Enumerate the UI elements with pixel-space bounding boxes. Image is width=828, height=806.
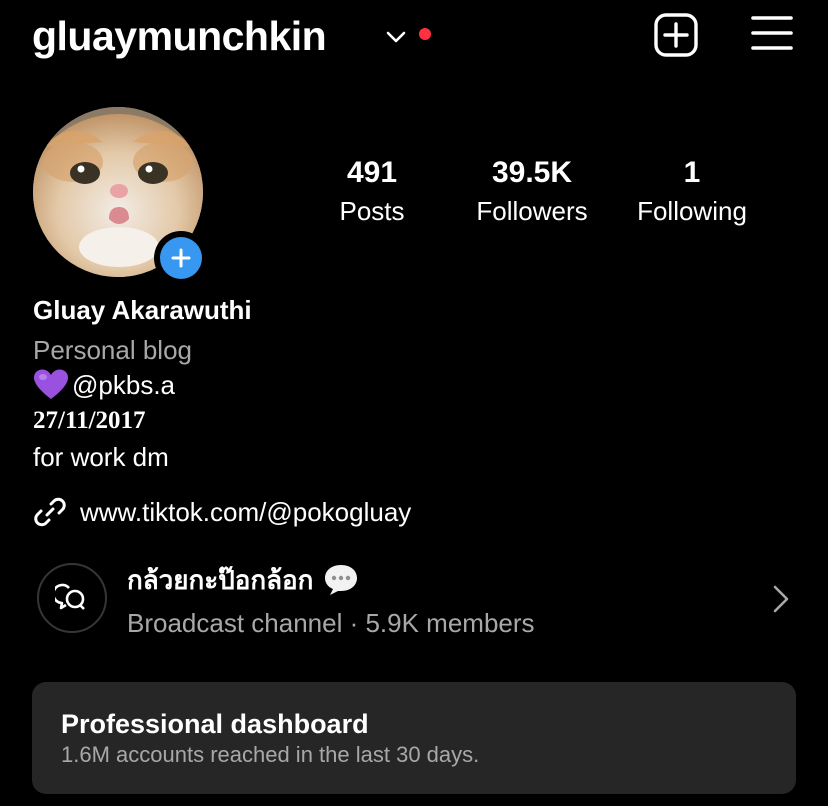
dashboard-title: Professional dashboard <box>61 709 369 739</box>
following-stat[interactable]: 1 Following <box>612 155 772 231</box>
dashboard-subtitle: 1.6M accounts reached in the last 30 day… <box>61 742 480 767</box>
broadcast-channel-icon[interactable] <box>37 563 107 633</box>
add-story-button[interactable] <box>154 231 208 285</box>
add-post-icon[interactable] <box>654 13 698 57</box>
following-count: 1 <box>683 156 701 189</box>
profile-link[interactable]: www.tiktok.com/@pokogluay <box>33 494 411 530</box>
profile-link-text[interactable]: www.tiktok.com/@pokogluay <box>80 494 411 530</box>
bio-date: 27/11/2017 <box>33 407 146 434</box>
following-label: Following <box>637 196 747 226</box>
bio-text: for work dm <box>33 442 169 472</box>
followers-count: 39.5K <box>491 156 573 189</box>
broadcast-channel-subtitle: Broadcast channel · 5.9K members <box>127 608 535 638</box>
posts-count: 491 <box>346 156 398 189</box>
profile-username[interactable]: gluaymunchkin <box>32 10 327 62</box>
link-icon <box>34 497 66 527</box>
broadcast-channel-name: กล้วยกะป๊อกล้อก <box>127 565 314 595</box>
speech-bubble-icon <box>325 565 358 595</box>
profile-category: Personal blog <box>33 335 192 365</box>
purple-heart-icon <box>34 369 68 399</box>
followers-stat[interactable]: 39.5K Followers <box>452 155 612 231</box>
bio-mention-row: @pkbs.a <box>33 367 175 403</box>
chevron-right-icon[interactable] <box>770 584 792 614</box>
followers-label: Followers <box>476 196 588 226</box>
hamburger-menu-icon[interactable] <box>751 14 793 52</box>
broadcast-channel-title[interactable]: กล้วยกะป๊อกล้อก <box>127 562 359 598</box>
bio-mention-link[interactable]: @pkbs.a <box>72 367 175 403</box>
notification-dot <box>419 28 431 40</box>
chevron-down-icon[interactable] <box>385 26 407 48</box>
plus-icon <box>160 237 202 279</box>
posts-label: Posts <box>339 196 405 226</box>
posts-stat[interactable]: 491 Posts <box>292 155 452 231</box>
profile-full-name: Gluay Akarawuthi <box>33 295 252 325</box>
